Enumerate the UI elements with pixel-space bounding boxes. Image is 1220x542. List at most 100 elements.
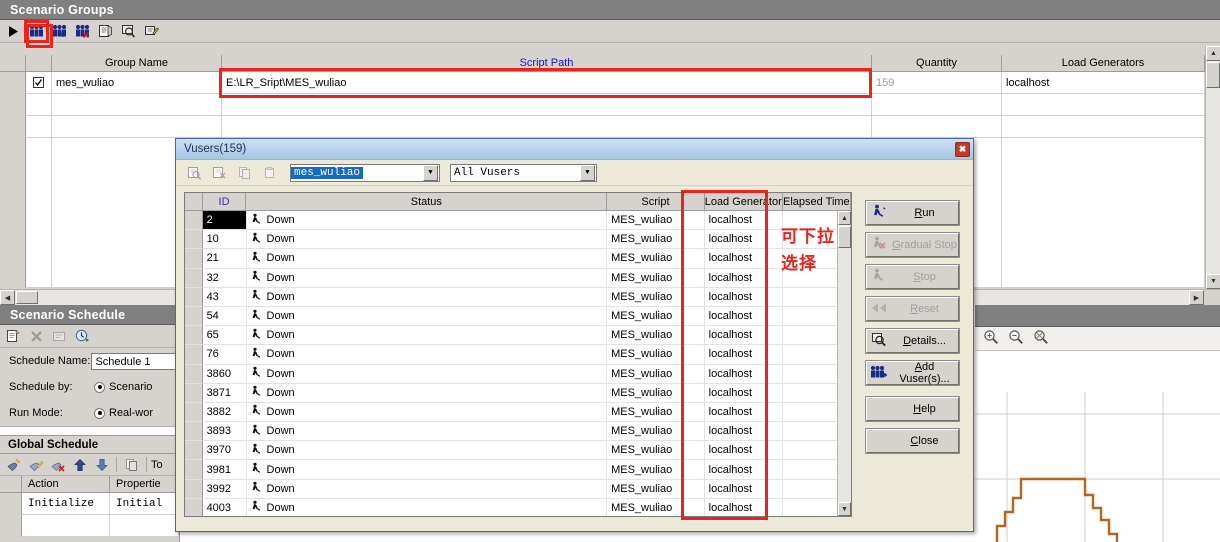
- row-header-cell[interactable]: [185, 306, 203, 327]
- cell-vuser-load-generator[interactable]: localhost: [704, 230, 783, 250]
- scroll-up-arrow[interactable]: ▲: [838, 211, 851, 225]
- cell-vuser-id[interactable]: 3871: [202, 383, 247, 403]
- cell-empty[interactable]: [872, 116, 1002, 138]
- cell-vuser-status[interactable]: Down: [246, 211, 608, 231]
- row-header-cell[interactable]: [0, 72, 26, 94]
- cell-vuser-id[interactable]: 3970: [202, 441, 247, 461]
- col-load-generator[interactable]: Load Generator: [705, 193, 783, 210]
- cell-vuser-load-generator[interactable]: localhost: [704, 268, 783, 288]
- cell-vuser-status[interactable]: Down: [246, 287, 608, 307]
- cell-vuser-id[interactable]: 76: [202, 345, 247, 365]
- scroll-down-arrow[interactable]: ▼: [1206, 274, 1220, 289]
- table-row[interactable]: 4003 Down MES_wuliao localhost: [185, 498, 851, 516]
- cell-vuser-script[interactable]: MES_wuliao: [607, 364, 705, 384]
- row-header-cell[interactable]: [0, 493, 22, 515]
- cell-load-generators[interactable]: localhost: [1002, 72, 1205, 94]
- cell-vuser-script[interactable]: MES_wuliao: [607, 498, 705, 516]
- col-elapsed-time[interactable]: Elapsed Time: [783, 193, 851, 210]
- table-row[interactable]: [0, 116, 1205, 138]
- cell-properties[interactable]: Initial: [110, 493, 179, 515]
- table-row[interactable]: mes_wuliao E:\LR_Sript\MES_wuliao 159 lo…: [0, 72, 1205, 94]
- details-button[interactable]: Details...: [865, 328, 960, 354]
- col-script-path[interactable]: Script Path: [222, 55, 872, 71]
- table-row[interactable]: 2 Down MES_wuliao localhost: [185, 211, 851, 231]
- table-row[interactable]: 10 Down MES_wuliao localhost: [185, 230, 851, 250]
- cell-vuser-load-generator[interactable]: localhost: [704, 479, 783, 499]
- show-vuser-script-icon[interactable]: [209, 163, 230, 182]
- table-row[interactable]: 3893 Down MES_wuliao localhost: [185, 422, 851, 442]
- vusers-icon[interactable]: [24, 19, 49, 43]
- scroll-down-arrow[interactable]: ▼: [838, 502, 851, 516]
- zoom-out-icon[interactable]: [1008, 329, 1024, 348]
- col-id[interactable]: ID: [203, 193, 247, 210]
- copy-vuser-icon[interactable]: [234, 163, 255, 182]
- table-row[interactable]: 3970 Down MES_wuliao localhost: [185, 441, 851, 461]
- scroll-thumb-h[interactable]: [16, 291, 38, 304]
- row-header-cell[interactable]: [185, 287, 203, 307]
- row-header-cell[interactable]: [0, 116, 26, 138]
- table-row[interactable]: 43 Down MES_wuliao localhost: [185, 287, 851, 307]
- table-row[interactable]: 32 Down MES_wuliao localhost: [185, 268, 851, 288]
- cell-vuser-load-generator[interactable]: localhost: [704, 211, 783, 231]
- cell-vuser-id[interactable]: 4003: [203, 498, 247, 516]
- col-action[interactable]: Action: [22, 476, 110, 492]
- cell-vuser-status[interactable]: Down: [246, 306, 608, 327]
- cell-vuser-load-generator[interactable]: localhost: [704, 383, 783, 403]
- table-row[interactable]: 21 Down MES_wuliao localhost: [185, 249, 851, 269]
- cell-vuser-script[interactable]: MES_wuliao: [607, 211, 705, 231]
- row-header-cell[interactable]: [185, 345, 203, 365]
- cell-empty[interactable]: [52, 116, 222, 138]
- cell-empty[interactable]: [1002, 138, 1205, 288]
- row-header-cell[interactable]: [0, 138, 26, 288]
- scroll-up-arrow[interactable]: ▲: [1206, 46, 1220, 61]
- cell-vuser-load-generator[interactable]: localhost: [704, 306, 783, 327]
- cell-vuser-script[interactable]: MES_wuliao: [607, 345, 705, 365]
- start-scenario-icon[interactable]: [3, 22, 24, 41]
- cell-vuser-load-generator[interactable]: localhost: [705, 498, 783, 516]
- new-schedule-icon[interactable]: [3, 327, 24, 346]
- col-status[interactable]: Status: [246, 193, 608, 210]
- cell-empty[interactable]: [1002, 116, 1205, 138]
- cell-vuser-script[interactable]: MES_wuliao: [607, 460, 705, 480]
- cell-vuser-id[interactable]: 10: [202, 230, 247, 250]
- cell-action[interactable]: Initialize: [22, 493, 110, 515]
- row-header-cell[interactable]: [185, 326, 203, 346]
- cell-vuser-status[interactable]: Down: [246, 422, 608, 442]
- cell-vuser-status[interactable]: Down: [246, 479, 608, 499]
- cell-empty[interactable]: [222, 116, 872, 138]
- cell-vuser-id[interactable]: 65: [202, 326, 247, 346]
- table-row[interactable]: [0, 515, 179, 537]
- cell-vuser-script[interactable]: MES_wuliao: [607, 402, 705, 423]
- remove-vusers-icon[interactable]: [72, 22, 93, 41]
- vusers-titlebar[interactable]: Vusers(159) ✖: [176, 139, 973, 160]
- cell-vuser-script[interactable]: MES_wuliao: [607, 249, 705, 269]
- cell-vuser-load-generator[interactable]: localhost: [704, 287, 783, 307]
- scroll-thumb[interactable]: [838, 226, 851, 248]
- cell-vuser-script[interactable]: MES_wuliao: [607, 230, 705, 250]
- cell-empty[interactable]: [110, 515, 179, 537]
- table-row[interactable]: 76 Down MES_wuliao localhost: [185, 345, 851, 365]
- col-quantity[interactable]: Quantity: [872, 55, 1002, 71]
- col-load-generators[interactable]: Load Generators: [1002, 55, 1205, 71]
- table-row[interactable]: Initialize Initial: [0, 493, 179, 515]
- group-details-icon[interactable]: [95, 22, 116, 41]
- cell-vuser-id[interactable]: 3981: [202, 460, 247, 480]
- cell-vuser-script[interactable]: MES_wuliao: [607, 306, 705, 327]
- schedule-by-radio-scenario[interactable]: Scenario: [94, 381, 152, 393]
- row-header-cell[interactable]: [185, 441, 203, 461]
- cell-vuser-status[interactable]: Down: [246, 345, 608, 365]
- cell-vuser-status[interactable]: Down: [246, 383, 608, 403]
- col-group-name[interactable]: Group Name: [52, 55, 222, 71]
- add-vusers-icon[interactable]: [49, 22, 70, 41]
- close-icon[interactable]: ✖: [955, 141, 970, 157]
- cell-vuser-status[interactable]: Down: [246, 460, 608, 480]
- cell-empty[interactable]: [22, 515, 110, 537]
- row-header-cell[interactable]: [185, 479, 203, 499]
- table-row[interactable]: 54 Down MES_wuliao localhost: [185, 306, 851, 327]
- row-header-cell[interactable]: [185, 211, 203, 231]
- cell-script-path[interactable]: E:\LR_Sript\MES_wuliao: [222, 72, 872, 94]
- cell-vuser-load-generator[interactable]: localhost: [704, 326, 783, 346]
- row-header-cell[interactable]: [185, 268, 203, 288]
- run-button[interactable]: Run: [865, 200, 960, 226]
- copy-icon[interactable]: [121, 455, 142, 474]
